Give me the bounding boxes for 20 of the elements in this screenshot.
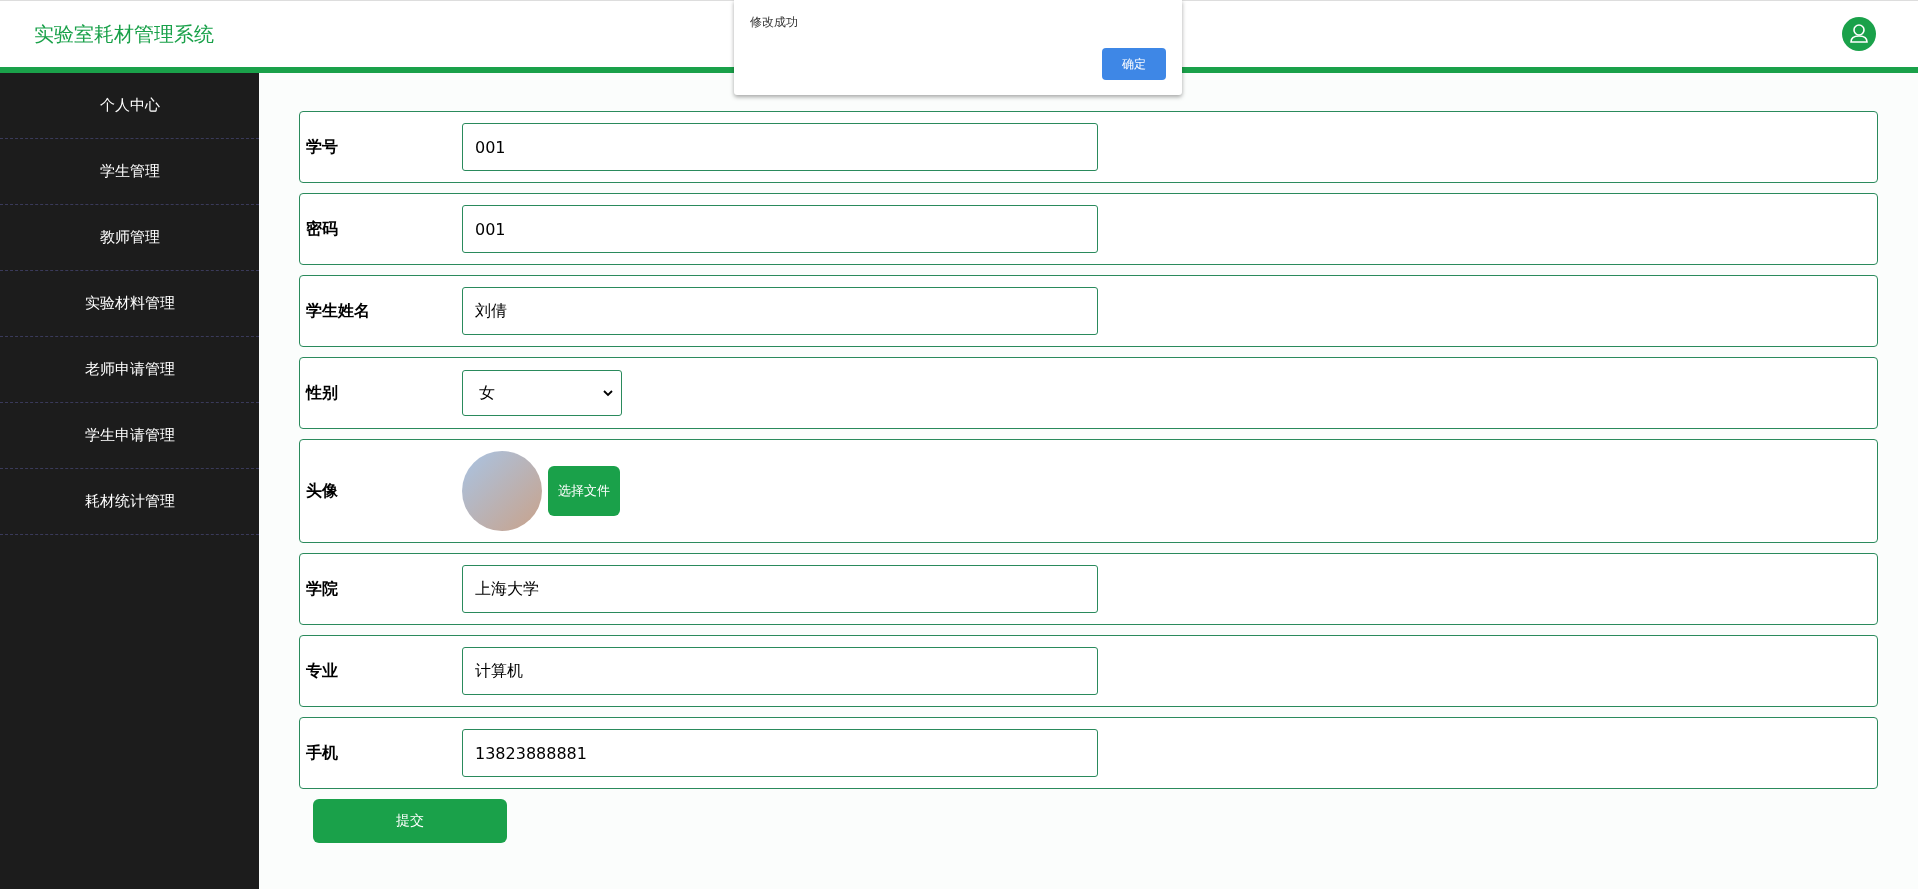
gender-select[interactable]: 女 (462, 370, 622, 416)
input-field[interactable]: 刘倩 (462, 287, 1098, 335)
field-label: 学号 (306, 136, 339, 158)
field-label: 密码 (306, 218, 339, 240)
field-label: 学院 (306, 578, 339, 600)
field-label: 学生姓名 (306, 300, 371, 322)
caret-icon (603, 389, 613, 397)
user-avatar-icon[interactable] (1842, 17, 1876, 51)
input-field[interactable]: 001 (462, 123, 1098, 171)
field-label: 性别 (306, 382, 339, 404)
field-label: 专业 (306, 660, 339, 682)
system-title: 实验室耗材管理系统 (34, 20, 214, 48)
input-field[interactable]: 计算机 (462, 647, 1098, 695)
input-field[interactable]: 上海大学 (462, 565, 1098, 613)
confirm-button[interactable]: 确定 (1102, 48, 1166, 80)
dialog-message: 修改成功 (750, 14, 798, 31)
field-label: 头像 (306, 480, 339, 502)
input-field[interactable]: 13823888881 (462, 729, 1098, 777)
input-field[interactable]: 001 (462, 205, 1098, 253)
field-label: 手机 (306, 742, 339, 764)
